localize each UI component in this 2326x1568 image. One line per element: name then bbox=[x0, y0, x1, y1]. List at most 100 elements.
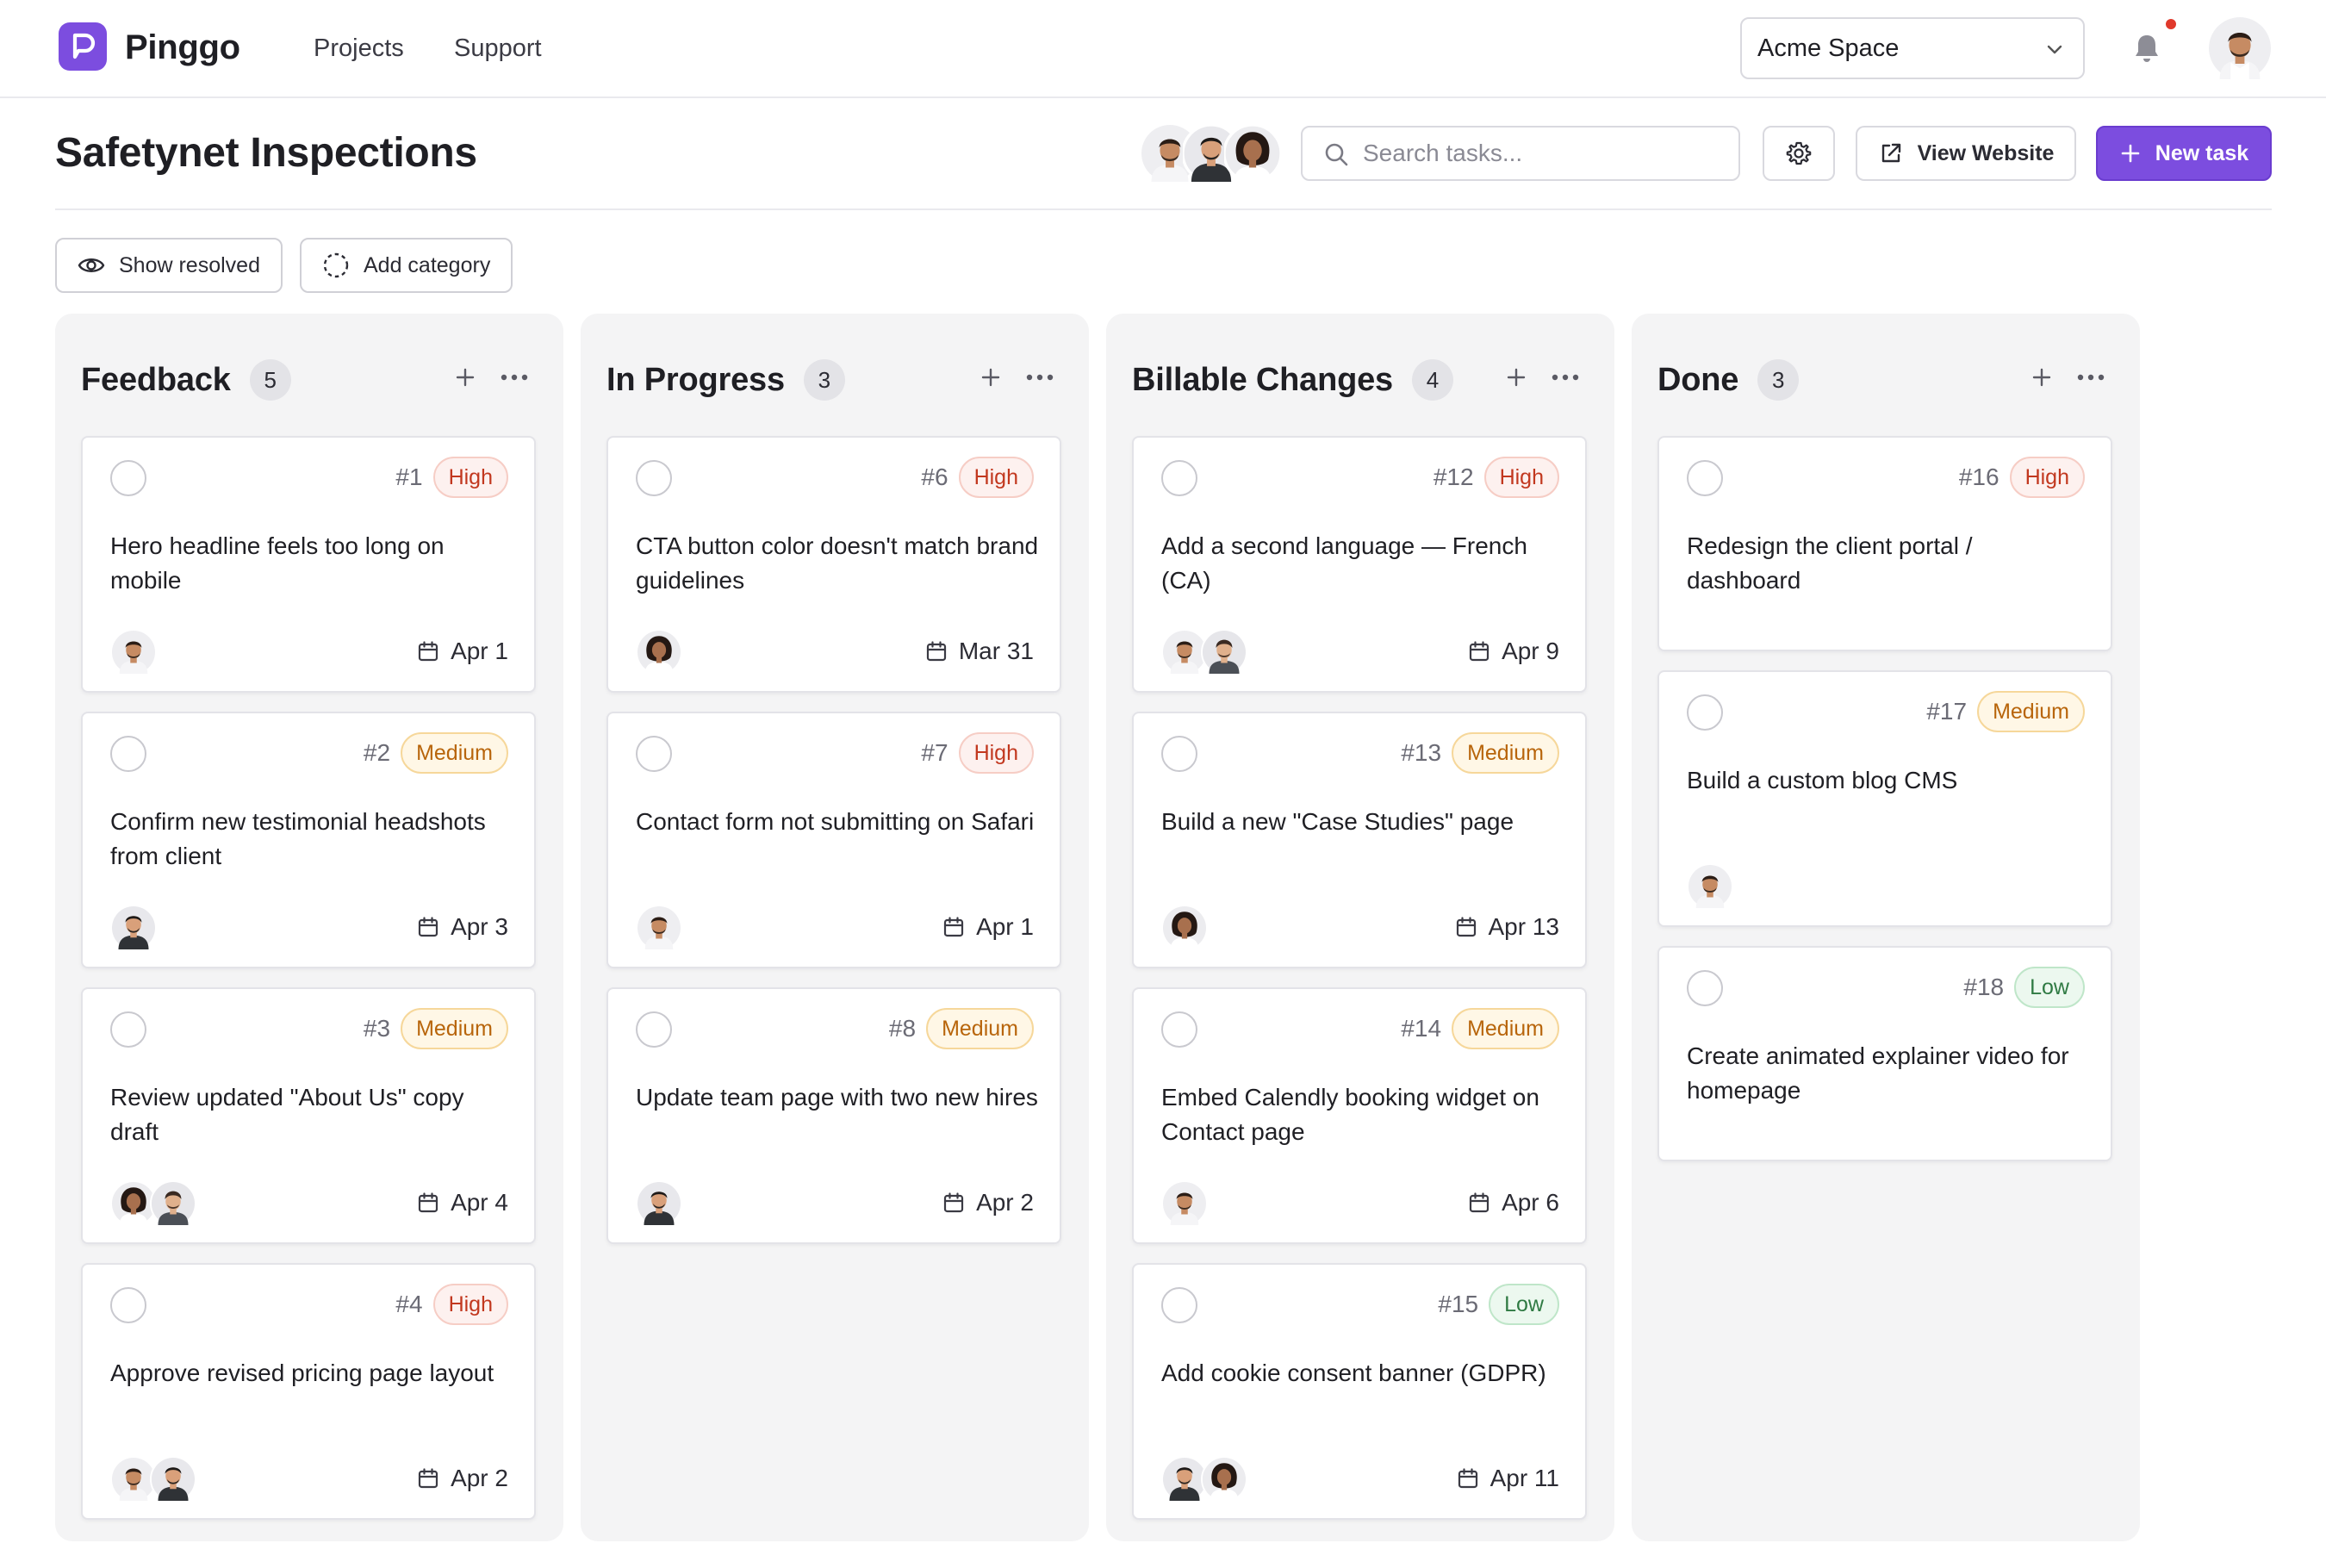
task-assignees[interactable] bbox=[1161, 629, 1247, 675]
task-card[interactable]: #13 Medium Build a new "Case Studies" page… bbox=[1132, 712, 1587, 968]
column-menu-button[interactable] bbox=[500, 373, 529, 382]
due-date-text: Apr 2 bbox=[976, 1189, 1034, 1216]
task-complete-checkbox[interactable] bbox=[110, 1287, 146, 1323]
task-assignees[interactable] bbox=[110, 1456, 196, 1503]
task-number: #17 bbox=[1926, 698, 1968, 725]
avatar-man-c bbox=[150, 1180, 196, 1227]
task-title: Add cookie consent banner (GDPR) bbox=[1161, 1360, 1546, 1386]
search-box[interactable] bbox=[1301, 126, 1740, 181]
task-card[interactable]: #14 Medium Embed Calendly booking widget o… bbox=[1132, 987, 1587, 1244]
task-meta: #12 High bbox=[1434, 457, 1559, 498]
task-assignees[interactable] bbox=[1161, 1180, 1208, 1227]
column-menu-button[interactable] bbox=[2076, 373, 2105, 382]
task-due-date: Apr 1 bbox=[416, 638, 508, 665]
task-card[interactable]: #3 Medium Review updated "About Us" copy d… bbox=[81, 987, 536, 1244]
task-number: #14 bbox=[1401, 1015, 1442, 1042]
due-date-text: Apr 13 bbox=[1488, 913, 1560, 940]
task-meta: #13 Medium bbox=[1401, 732, 1559, 774]
task-assignees[interactable] bbox=[1161, 1456, 1247, 1503]
task-assignees[interactable] bbox=[636, 905, 682, 951]
task-complete-checkbox[interactable] bbox=[636, 460, 672, 496]
task-complete-checkbox[interactable] bbox=[636, 736, 672, 772]
task-assignees[interactable] bbox=[636, 629, 682, 675]
column-menu-button[interactable] bbox=[1025, 373, 1054, 382]
task-assignees[interactable] bbox=[636, 1180, 682, 1227]
more-horizontal-icon bbox=[2077, 374, 2105, 381]
notifications-bell-icon[interactable] bbox=[2130, 31, 2163, 70]
task-title: Build a new "Case Studies" page bbox=[1161, 808, 1514, 835]
new-task-button[interactable]: New task bbox=[2096, 126, 2272, 181]
due-date-text: Apr 1 bbox=[451, 638, 508, 664]
add-card-button[interactable] bbox=[2030, 365, 2054, 389]
new-task-label: New task bbox=[2155, 140, 2249, 165]
view-website-button[interactable]: View Website bbox=[1856, 126, 2076, 181]
chevron-down-icon bbox=[2043, 38, 2066, 67]
priority-badge: Medium bbox=[401, 1008, 508, 1049]
settings-button[interactable] bbox=[1763, 126, 1835, 181]
current-user-avatar[interactable] bbox=[2209, 17, 2271, 84]
task-complete-checkbox[interactable] bbox=[1161, 1011, 1197, 1048]
brand-name[interactable]: Pinggo bbox=[125, 28, 240, 67]
task-due-date: Apr 13 bbox=[1454, 913, 1560, 941]
task-complete-checkbox[interactable] bbox=[1161, 460, 1197, 496]
view-website-label: View Website bbox=[1917, 140, 2055, 165]
task-card[interactable]: #1 High Hero headline feels too long on mo… bbox=[81, 436, 536, 693]
task-assignees[interactable] bbox=[110, 1180, 196, 1227]
eye-icon bbox=[78, 258, 105, 272]
task-card[interactable]: #2 Medium Confirm new testimonial headshot… bbox=[81, 712, 536, 968]
due-date-text: Apr 9 bbox=[1502, 638, 1559, 664]
calendar-icon bbox=[1469, 1192, 1490, 1213]
add-category-button[interactable]: Add category bbox=[300, 238, 513, 293]
task-complete-checkbox[interactable] bbox=[1687, 694, 1723, 731]
column-billable-changes: Billable Changes 4 #12 High Add a second lan… bbox=[1106, 314, 1614, 1541]
task-assignees[interactable] bbox=[1687, 863, 1733, 910]
nav-link-projects[interactable]: Projects bbox=[314, 34, 404, 63]
avatar-woman bbox=[1224, 125, 1281, 182]
task-complete-checkbox[interactable] bbox=[1161, 1287, 1197, 1323]
task-due-date: Apr 2 bbox=[416, 1465, 508, 1492]
column-actions bbox=[431, 365, 529, 389]
column-header: Billable Changes 4 bbox=[1132, 358, 1453, 401]
search-input[interactable] bbox=[1363, 140, 1725, 167]
task-complete-checkbox[interactable] bbox=[110, 736, 146, 772]
task-card[interactable]: #8 Medium Update team page with two new hi… bbox=[606, 987, 1061, 1244]
column-menu-button[interactable] bbox=[1551, 373, 1580, 382]
workspace-selector[interactable]: Acme Space bbox=[1740, 17, 2085, 79]
task-meta: #14 Medium bbox=[1401, 1008, 1559, 1049]
task-card[interactable]: #15 Low Add cookie consent banner (GDPR) Ap… bbox=[1132, 1263, 1587, 1520]
add-card-button[interactable] bbox=[1504, 365, 1528, 389]
task-meta: #7 High bbox=[921, 732, 1034, 774]
task-card[interactable]: #6 High CTA button color doesn't match bra… bbox=[606, 436, 1061, 693]
calendar-icon bbox=[418, 641, 438, 662]
task-assignees[interactable] bbox=[110, 905, 157, 951]
task-complete-checkbox[interactable] bbox=[636, 1011, 672, 1048]
task-complete-checkbox[interactable] bbox=[110, 460, 146, 496]
task-complete-checkbox[interactable] bbox=[110, 1011, 146, 1048]
task-assignees[interactable] bbox=[1161, 905, 1208, 951]
show-resolved-button[interactable]: Show resolved bbox=[55, 238, 283, 293]
pinggo-logo-icon[interactable] bbox=[59, 22, 107, 71]
task-card[interactable]: #18 Low Create animated explainer video fo… bbox=[1657, 946, 2112, 1161]
avatar-man-b bbox=[1161, 1180, 1208, 1227]
task-assignees[interactable] bbox=[110, 629, 157, 675]
calendar-icon bbox=[943, 1192, 964, 1213]
column-header: In Progress 3 bbox=[606, 358, 845, 401]
due-date-text: Apr 11 bbox=[1490, 1465, 1559, 1491]
task-card[interactable]: #4 High Approve revised pricing page layou… bbox=[81, 1263, 536, 1520]
task-card[interactable]: #12 High Add a second language — French (C… bbox=[1132, 436, 1587, 693]
external-link-icon bbox=[1881, 143, 1900, 163]
task-complete-checkbox[interactable] bbox=[1687, 460, 1723, 496]
priority-badge: Medium bbox=[926, 1008, 1034, 1049]
task-complete-checkbox[interactable] bbox=[1687, 970, 1723, 1006]
add-card-button[interactable] bbox=[453, 365, 477, 389]
calendar-icon bbox=[418, 917, 438, 937]
workspace-name: Acme Space bbox=[1757, 34, 1900, 62]
column-header: Done 3 bbox=[1657, 358, 1800, 401]
column-count-badge: 3 bbox=[803, 359, 845, 401]
task-card[interactable]: #16 High Redesign the client portal / dash… bbox=[1657, 436, 2112, 651]
task-complete-checkbox[interactable] bbox=[1161, 736, 1197, 772]
add-card-button[interactable] bbox=[979, 365, 1003, 389]
task-card[interactable]: #17 Medium Build a custom blog CMS bbox=[1657, 670, 2112, 927]
task-card[interactable]: #7 High Contact form not submitting on Saf… bbox=[606, 712, 1061, 968]
nav-link-support[interactable]: Support bbox=[454, 34, 542, 63]
